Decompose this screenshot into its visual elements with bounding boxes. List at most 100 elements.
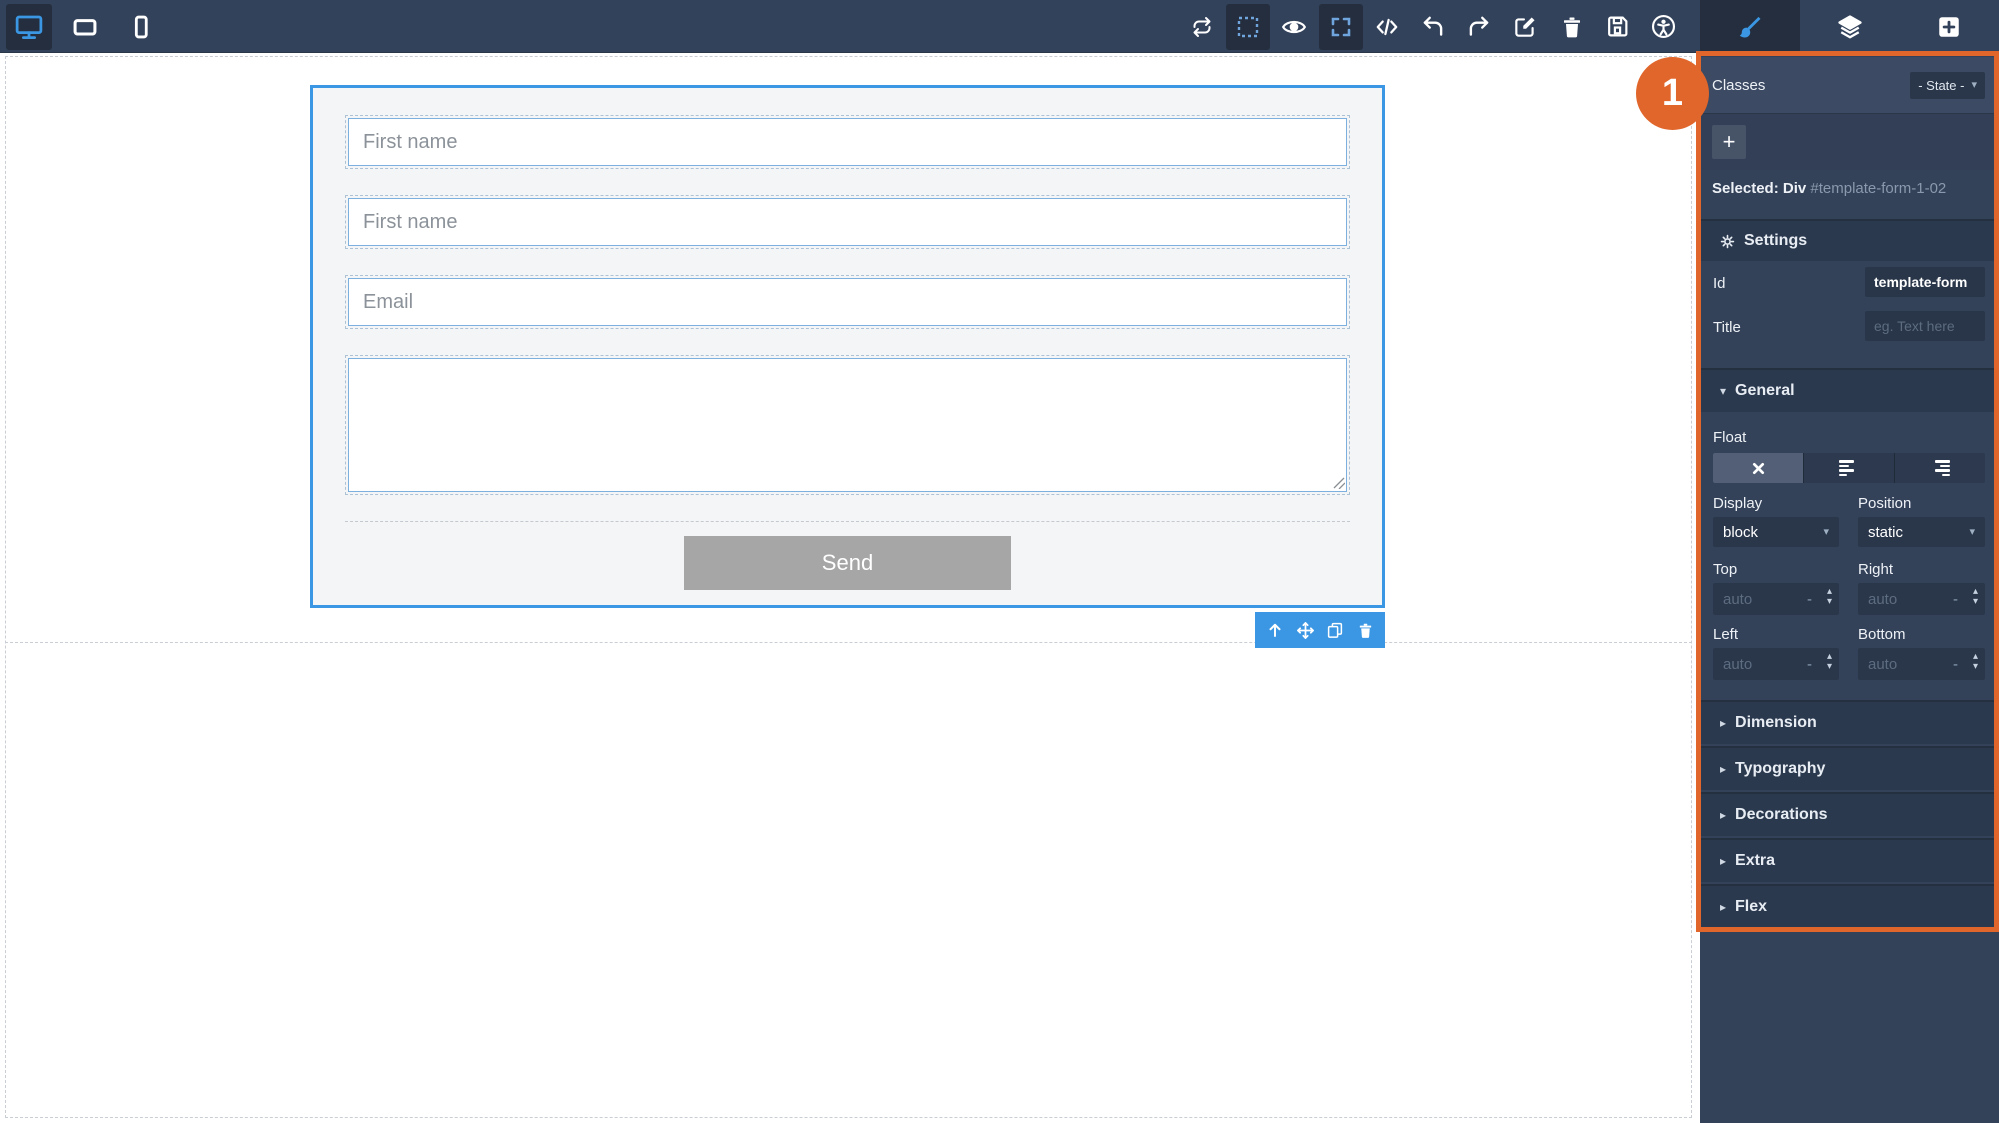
chevron-down-icon: ▾ <box>1971 78 1977 91</box>
device-switcher <box>6 0 164 53</box>
redo-arrow-icon <box>1466 14 1492 40</box>
title-input[interactable] <box>1865 311 1985 341</box>
layers-icon <box>1836 13 1864 41</box>
title-label: Title <box>1713 319 1741 336</box>
top-label: Top <box>1713 561 1738 578</box>
device-desktop-button[interactable] <box>6 3 52 50</box>
form-group <box>345 355 1350 495</box>
chevron-down-icon: ▾ <box>1823 525 1829 538</box>
left-input[interactable] <box>1713 648 1808 680</box>
copy-icon[interactable] <box>1325 620 1345 640</box>
selected-label: Selected: <box>1712 180 1779 197</box>
plus-square-icon <box>1936 14 1962 40</box>
classes-label: Classes <box>1712 76 1766 94</box>
right-input[interactable] <box>1858 583 1954 615</box>
flex-section-title: Flex <box>1735 898 1768 915</box>
accessibility-button[interactable] <box>1642 4 1686 50</box>
display-label: Display <box>1713 495 1763 512</box>
first-name-input-2[interactable] <box>348 198 1347 246</box>
chevron-right-icon: ▸ <box>1720 900 1727 914</box>
state-selector-value: - State - <box>1918 77 1965 93</box>
add-class-button[interactable]: + <box>1712 125 1746 159</box>
move-icon[interactable] <box>1295 620 1315 640</box>
flex-section-header[interactable]: ▸ Flex <box>1700 884 1999 928</box>
swap-arrows-icon[interactable] <box>1180 4 1224 50</box>
undo-arrow-icon <box>1420 14 1446 40</box>
device-mobile-button[interactable] <box>118 4 164 50</box>
gear-icon <box>1720 234 1735 249</box>
spinner-arrows-icon[interactable]: ▴ ▾ <box>1827 587 1832 607</box>
chevron-down-icon: ▾ <box>1720 384 1727 398</box>
right-spinner: - ▴▾ <box>1858 583 1985 615</box>
general-section-title: General <box>1735 382 1795 399</box>
spinner-arrows-icon[interactable]: ▴ ▾ <box>1973 652 1978 672</box>
open-style-manager-button[interactable] <box>1700 0 1800 53</box>
decorations-section-title: Decorations <box>1735 806 1828 823</box>
undo-button[interactable] <box>1411 4 1455 50</box>
float-left-icon <box>1839 460 1859 476</box>
open-layers-button[interactable] <box>1800 0 1900 53</box>
first-name-input[interactable] <box>348 118 1347 166</box>
preview-button[interactable] <box>1272 4 1316 50</box>
chevron-right-icon: ▸ <box>1720 854 1727 868</box>
redo-button[interactable] <box>1457 4 1501 50</box>
left-label: Left <box>1713 626 1739 643</box>
float-button-group <box>1713 453 1985 483</box>
float-right-button[interactable] <box>1895 453 1985 483</box>
top-toolbar <box>0 0 1999 53</box>
save-button[interactable] <box>1596 4 1640 50</box>
unit-label[interactable]: - <box>1953 591 1958 608</box>
bottom-label: Bottom <box>1858 626 1906 643</box>
import-edit-button[interactable] <box>1503 4 1547 50</box>
typography-section-header[interactable]: ▸ Typography <box>1700 746 1999 790</box>
dimension-section-header[interactable]: ▸ Dimension <box>1700 700 1999 744</box>
style-manager-panel: Classes - State - ▾ + Selected: Div #tem… <box>1700 53 1999 1123</box>
general-section-header[interactable]: ▾ General <box>1700 368 1999 412</box>
resize-handle-icon[interactable] <box>1332 476 1345 489</box>
send-button[interactable]: Send <box>684 536 1011 590</box>
eye-icon <box>1281 14 1307 40</box>
decorations-section-header[interactable]: ▸ Decorations <box>1700 792 1999 836</box>
chevron-right-icon: ▸ <box>1720 762 1727 776</box>
step-annotation-badge: 1 <box>1636 57 1709 130</box>
fullscreen-brackets-icon <box>1329 15 1353 39</box>
device-tablet-button[interactable] <box>62 4 108 50</box>
fullscreen-button[interactable] <box>1318 3 1363 50</box>
editor-canvas[interactable]: Send <box>0 53 1700 1123</box>
export-code-button[interactable] <box>1365 4 1409 50</box>
floppy-disk-icon <box>1605 14 1630 39</box>
unit-label[interactable]: - <box>1953 656 1958 673</box>
settings-section-header[interactable]: Settings <box>1700 219 1999 261</box>
unit-label[interactable]: - <box>1807 656 1812 673</box>
dimension-section-title: Dimension <box>1735 714 1817 731</box>
id-input[interactable] <box>1865 267 1985 297</box>
message-textarea[interactable] <box>348 358 1347 492</box>
clear-canvas-button[interactable] <box>1550 4 1594 50</box>
selected-element-row: Selected: Div #template-form-1-02 <box>1700 170 1999 208</box>
select-parent-arrow-icon[interactable] <box>1265 620 1285 640</box>
extra-section-header[interactable]: ▸ Extra <box>1700 838 1999 882</box>
spinner-arrows-icon[interactable]: ▴ ▾ <box>1973 587 1978 607</box>
float-left-button[interactable] <box>1804 453 1895 483</box>
unit-label[interactable]: - <box>1807 591 1812 608</box>
form-footer: Send <box>345 521 1350 590</box>
chevron-right-icon: ▸ <box>1720 808 1727 822</box>
float-right-icon <box>1930 460 1950 476</box>
float-none-button[interactable] <box>1713 453 1804 483</box>
classes-row: Classes - State - ▾ <box>1700 57 1999 114</box>
paintbrush-icon <box>1736 13 1764 41</box>
selected-form-container[interactable]: Send <box>310 85 1385 608</box>
code-icon <box>1374 14 1400 40</box>
state-selector[interactable]: - State - ▾ <box>1910 71 1985 99</box>
component-toolbar <box>1255 612 1385 648</box>
display-select[interactable]: block ▾ <box>1713 517 1839 547</box>
right-label: Right <box>1858 561 1894 578</box>
open-blocks-button[interactable] <box>1899 0 1999 53</box>
delete-icon[interactable] <box>1355 620 1375 640</box>
spinner-arrows-icon[interactable]: ▴ ▾ <box>1827 652 1832 672</box>
toggle-borders-button[interactable] <box>1226 3 1271 50</box>
bottom-input[interactable] <box>1858 648 1954 680</box>
email-input[interactable] <box>348 278 1347 326</box>
position-select[interactable]: static ▾ <box>1858 517 1985 547</box>
top-input[interactable] <box>1713 583 1808 615</box>
